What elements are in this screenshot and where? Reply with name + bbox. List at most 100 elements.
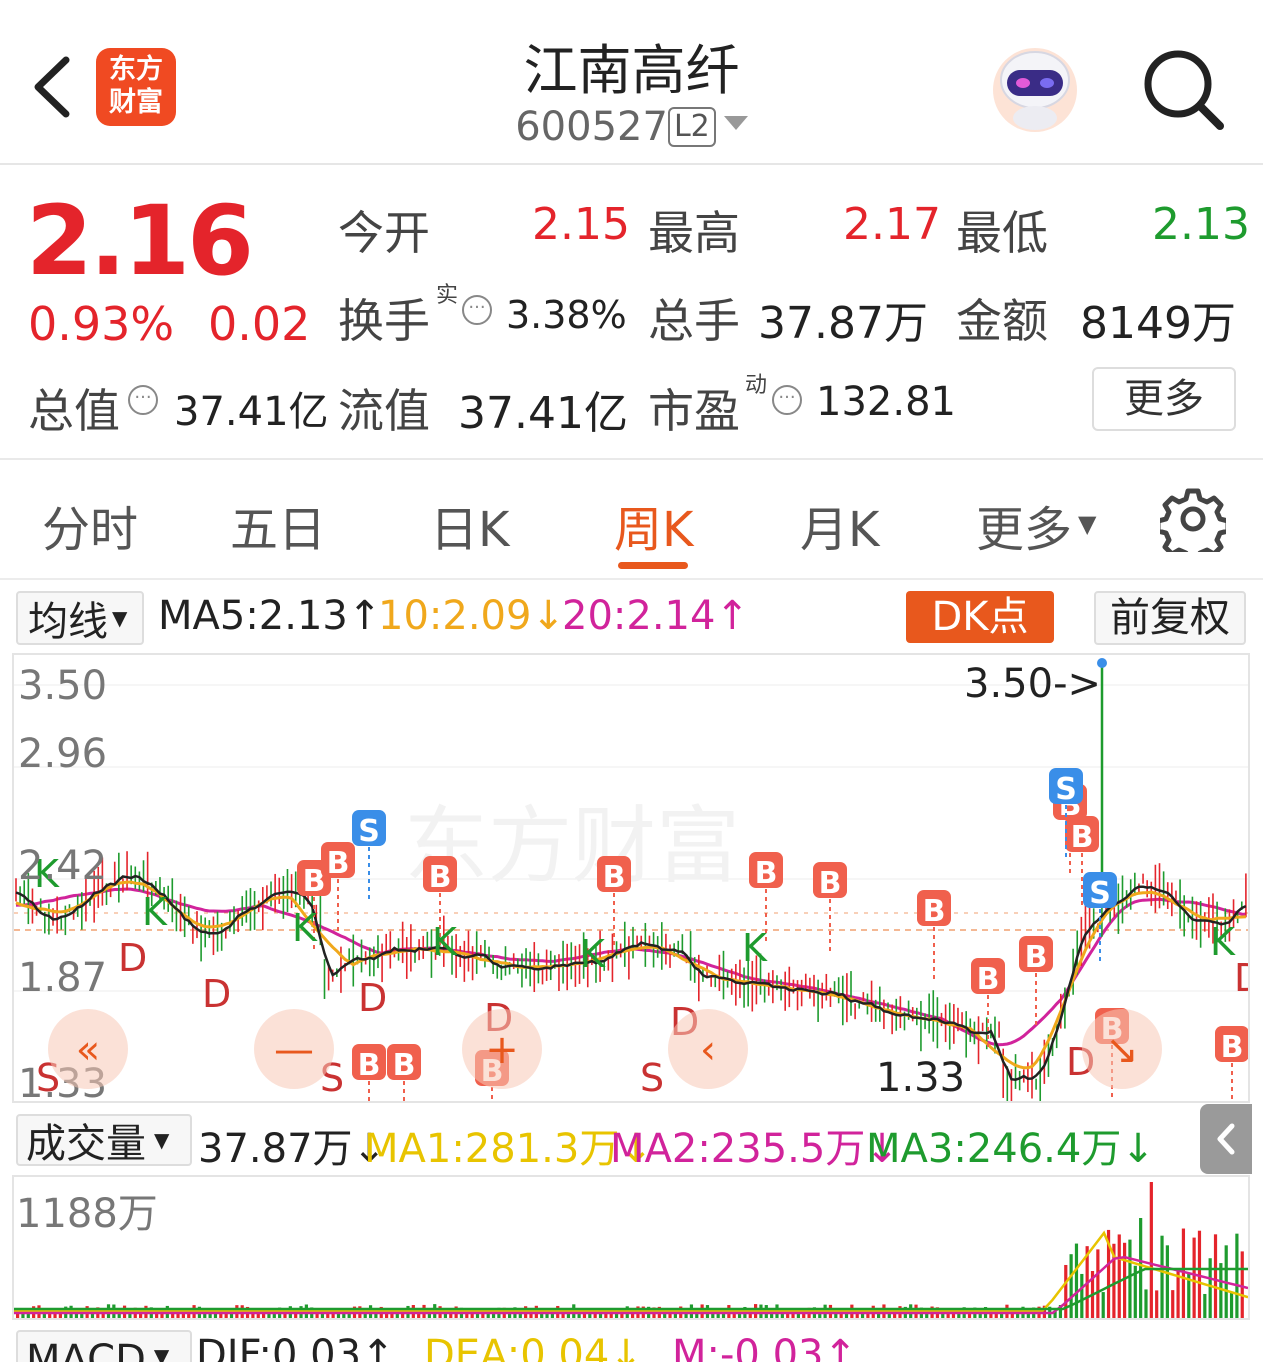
macd-selector[interactable]: MACD ▼ — [16, 1330, 192, 1362]
sell-marker-2-letter: S — [1055, 772, 1077, 807]
float-cap-label: 流值 — [338, 384, 430, 438]
buy-marker-1-letter: B — [327, 846, 350, 881]
y-label-2: 2.96 — [18, 731, 107, 777]
volume-bar — [1171, 1290, 1175, 1318]
volume-bar — [1192, 1237, 1196, 1318]
volume-bar — [1144, 1289, 1148, 1318]
ma-selector[interactable]: 均线 ▼ — [16, 591, 144, 645]
volume-selector-caret-icon: ▼ — [154, 1128, 170, 1152]
open-value: 2.15 — [532, 199, 630, 250]
macd-selector-label: MACD — [26, 1337, 146, 1362]
nav-button-icon-1: — — [274, 1027, 314, 1073]
pe-label: 市盈 — [648, 384, 740, 438]
volume-bar — [1128, 1239, 1132, 1318]
turnover-info-icon[interactable]: ··· — [462, 295, 492, 325]
volume-bar — [1165, 1245, 1169, 1318]
volume-selector-label: 成交量 — [26, 1121, 146, 1167]
volume-bar — [989, 1313, 993, 1318]
pe-info-icon[interactable]: ··· — [772, 385, 802, 415]
d-signal-0: D — [118, 936, 147, 980]
volume-label: 总手 — [648, 294, 740, 348]
volume-bar — [1235, 1233, 1239, 1318]
tab-monthly-k[interactable]: 月K — [800, 490, 879, 560]
high-label: 最高 — [648, 206, 740, 260]
volume-bar — [1149, 1182, 1153, 1318]
macd-dea-value: DEA:0.04↓ — [424, 1332, 643, 1362]
k-signal-5: K — [742, 926, 768, 970]
buy-marker-7-letter: B — [977, 962, 1000, 997]
market-cap-label: 总值 — [28, 384, 120, 438]
more-quote-button[interactable]: 更多 — [1092, 367, 1236, 431]
nav-button-icon-2: + — [485, 1027, 519, 1073]
tab-five-day[interactable]: 五日 — [230, 490, 326, 560]
volume-ma-lines — [14, 1230, 1249, 1315]
buy-marker-4-letter: B — [755, 856, 778, 891]
volume-max-label: 1188万 — [16, 1191, 158, 1237]
volume-bar — [716, 1313, 720, 1318]
nav-button-icon-0: « — [76, 1027, 100, 1073]
k-signal-4: K — [580, 932, 606, 976]
d-signal-2: D — [358, 976, 387, 1020]
buy-marker-11-letter: B — [1221, 1030, 1244, 1065]
tab-weekly-k[interactable]: 周K — [614, 490, 693, 560]
y-label-3: 2.42 — [18, 843, 107, 889]
y-label-1: 3.50 — [18, 663, 107, 709]
turnover-value: 3.38% — [506, 293, 627, 337]
vol-ma3-value: MA3:246.4万↓ — [866, 1126, 1155, 1172]
amount-value: 8149万 — [1080, 298, 1236, 349]
volume-bar — [588, 1313, 592, 1318]
dropdown-icon — [723, 116, 748, 130]
tab-daily-k[interactable]: 日K — [430, 490, 509, 560]
low-value: 2.13 — [1152, 199, 1250, 250]
adjust-selector[interactable]: 前复权 — [1094, 591, 1246, 645]
volume-bar — [732, 1313, 736, 1318]
stock-code: 600527 — [515, 104, 668, 150]
chevron-left-icon — [1217, 1123, 1235, 1155]
volume-svg: 1188万 — [14, 1182, 1249, 1318]
tab-intraday[interactable]: 分时 — [42, 490, 138, 560]
top-bar: 东方 财富 江南高纤 600527 L2 — [0, 0, 1263, 165]
pe-superscript: 动 — [745, 373, 768, 398]
search-icon[interactable] — [1140, 44, 1228, 132]
volume-bar — [1155, 1290, 1159, 1318]
volume-bar — [1240, 1251, 1244, 1318]
market-cap-info-icon[interactable]: ··· — [128, 385, 158, 415]
tab-more-caret-icon: ▼ — [1078, 510, 1097, 538]
volume-bar — [1064, 1264, 1068, 1318]
buy-marker-8-letter: B — [1025, 940, 1048, 975]
volume-selector[interactable]: 成交量 ▼ — [16, 1114, 192, 1167]
buy-marker-6-letter: B — [923, 894, 946, 929]
volume-bar — [1160, 1235, 1164, 1318]
y-label-4: 1.87 — [18, 955, 107, 1001]
volume-bar — [1074, 1243, 1079, 1318]
volume-bar — [1229, 1291, 1234, 1318]
sell-marker-0-letter: S — [358, 814, 380, 849]
buy-marker-10-letter: B — [1071, 820, 1094, 855]
ma-selector-caret-icon: ▼ — [112, 606, 128, 630]
collapse-panel-button[interactable] — [1200, 1104, 1252, 1174]
open-label: 今开 — [338, 206, 430, 260]
amount-label: 金额 — [956, 294, 1048, 348]
turnover-label: 换手 — [338, 294, 430, 348]
dk-point-button[interactable]: DK点 — [906, 591, 1054, 643]
macd-indicator-bar: MACD ▼ DIF:0.03↑ DEA:0.04↓ M:-0.03↑ — [0, 1322, 1263, 1362]
kline-svg: 东方财富 BBBBBBBBBBBBBSSSBBBKKKKKKKDDDDDDDSS… — [14, 658, 1263, 1139]
kline-chart[interactable]: 东方财富 BBBBBBBBBBBBBSSSBBBKKKKKKKDDDDDDDSS… — [12, 653, 1263, 1139]
k-signal-6: K — [1210, 920, 1236, 964]
change-amount: 0.02 — [208, 297, 311, 351]
settings-gear-icon[interactable] — [1160, 486, 1226, 552]
quote-panel: 2.16 0.93% 0.02 今开 2.15 最高 2.17 最低 2.13 … — [0, 167, 1263, 460]
volume-chart[interactable]: 1188万 — [12, 1175, 1250, 1320]
buy-marker-low-1-letter: B — [393, 1048, 416, 1083]
nav-button-icon-4: ↘ — [1105, 1027, 1139, 1073]
ai-assistant-robot-icon[interactable] — [985, 40, 1085, 134]
sell-marker-1-letter: S — [1089, 876, 1111, 911]
d-signal-1: D — [202, 972, 231, 1016]
volume-bar — [1016, 1313, 1020, 1318]
volume-bar — [802, 1313, 806, 1318]
buy-marker-5-letter: B — [819, 866, 842, 901]
volume-bar — [1176, 1270, 1180, 1318]
turnover-superscript: 实 — [436, 283, 459, 308]
high-value: 2.17 — [843, 199, 941, 250]
tab-more[interactable]: 更多 ▼ — [976, 490, 1096, 560]
